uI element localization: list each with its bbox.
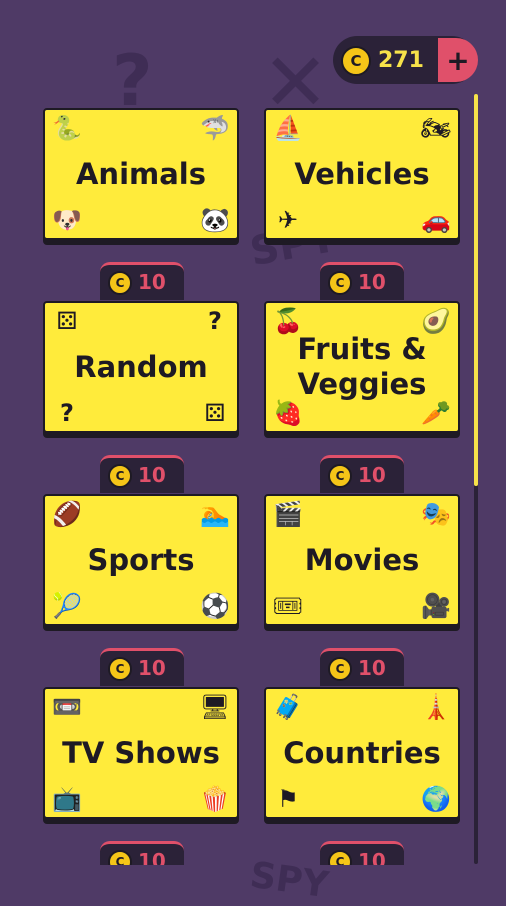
television-icon: 📺	[52, 785, 82, 813]
price-tag-fruits-veggies: C 10	[320, 262, 404, 300]
coin-balance: 271	[378, 48, 424, 73]
price-tag-random: C 10	[100, 262, 184, 300]
price-amount: 10	[138, 656, 166, 680]
price-tag-next-right: C 10	[320, 841, 404, 865]
price-amount: 10	[358, 463, 386, 487]
tennis-icon: 🎾	[52, 592, 82, 620]
coin-icon: C	[341, 46, 371, 76]
price-amount: 10	[358, 849, 386, 865]
strawberry-icon: 🍓	[273, 399, 303, 427]
ticket-icon: 🎟	[272, 592, 304, 620]
coin-icon: C	[328, 657, 352, 681]
price-amount: 10	[138, 849, 166, 865]
price-amount: 10	[358, 656, 386, 680]
category-card-tv-shows[interactable]: 📼 🖥 TV Shows 📺 🍿	[43, 687, 239, 819]
category-card-fruits-veggies[interactable]: 🍒 🥑 Fruits & Veggies 🍓 🥕	[264, 301, 460, 433]
category-card-vehicles[interactable]: ⛵ 🏍 Vehicles ✈ 🚗	[264, 108, 460, 240]
price-tag-next-left: C 10	[100, 841, 184, 865]
coin-icon: C	[328, 850, 352, 865]
flag-icon: ⚑	[277, 785, 299, 813]
add-coins-button[interactable]: +	[436, 38, 478, 82]
dice-icon: ⚄	[204, 399, 226, 427]
globe-icon: 🌍	[421, 785, 451, 813]
price-tag-sports: C 10	[100, 455, 184, 493]
price-amount: 10	[138, 270, 166, 294]
airplane-icon: ✈	[277, 206, 299, 234]
coin-icon: C	[108, 271, 132, 295]
background-spy-text: SPY	[247, 854, 331, 906]
category-card-countries[interactable]: 🧳 🗼 Countries ⚑ 🌍	[264, 687, 460, 819]
category-card-sports[interactable]: 🏈 🏊 Sports 🎾 ⚽	[43, 494, 239, 626]
price-tag-countries: C 10	[320, 648, 404, 686]
question-icon: ?	[60, 399, 74, 427]
price-tag-tv-shows: C 10	[100, 648, 184, 686]
category-card-animals[interactable]: 🐍 🦈 Animals 🐶 🐼	[43, 108, 239, 240]
price-amount: 10	[358, 270, 386, 294]
movie-camera-icon: 🎥	[421, 592, 451, 620]
coin-icon: C	[328, 464, 352, 488]
car-icon: 🚗	[421, 206, 451, 234]
soccer-ball-icon: ⚽	[200, 592, 230, 620]
coin-icon: C	[108, 657, 132, 681]
panda-icon: 🐼	[200, 206, 230, 234]
coin-icon: C	[108, 464, 132, 488]
price-tag-movies: C 10	[320, 455, 404, 493]
dog-icon: 🐶	[52, 206, 82, 234]
price-amount: 10	[138, 463, 166, 487]
coin-icon: C	[108, 850, 132, 865]
scrollbar-thumb[interactable]	[474, 94, 478, 486]
coin-icon: C	[328, 271, 352, 295]
carrot-icon: 🥕	[421, 399, 451, 427]
popcorn-icon: 🍿	[200, 785, 230, 813]
category-card-random[interactable]: ⚄ ? Random ? ⚄	[43, 301, 239, 433]
category-card-movies[interactable]: 🎬 🎭 Movies 🎟 🎥	[264, 494, 460, 626]
